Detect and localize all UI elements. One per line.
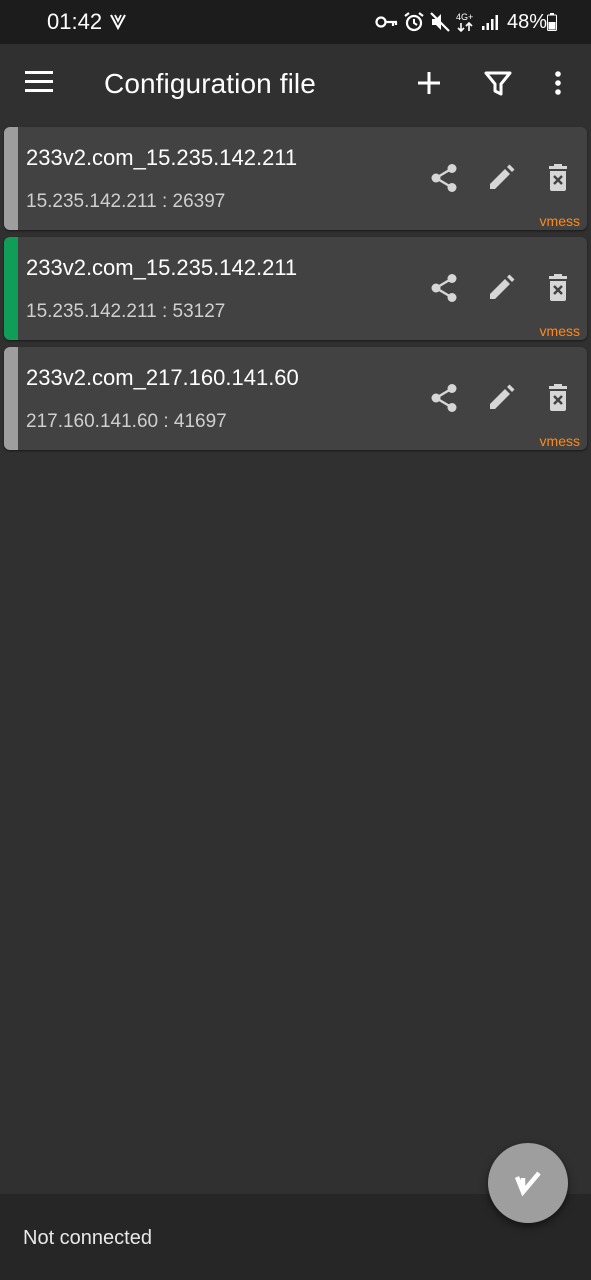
server-address: 15.235.142.211 : 53127 [26, 301, 226, 322]
pencil-icon [490, 164, 515, 189]
alarm-icon [403, 11, 425, 33]
hamburger-menu-icon [25, 71, 53, 92]
battery-percent: 48% [506, 10, 547, 33]
server-address: 217.160.141.60 : 41697 [26, 411, 227, 432]
page-title: Configuration file [104, 68, 316, 99]
delete-button[interactable] [542, 272, 574, 304]
svg-text:4G+: 4G+ [456, 12, 473, 22]
toolbar: Configuration file [0, 44, 591, 124]
filter-button[interactable] [481, 66, 515, 100]
server-address: 15.235.142.211 : 26397 [26, 191, 226, 212]
more-options-button[interactable] [541, 66, 575, 100]
server-name: 233v2.com_15.235.142.211 [26, 145, 298, 170]
server-card[interactable]: 233v2.com_217.160.141.60 217.160.141.60 … [4, 347, 587, 450]
protocol-type-label: vmess [539, 433, 580, 449]
add-config-button[interactable] [412, 66, 446, 100]
edit-button[interactable] [485, 382, 517, 414]
network-4g-icon: 4G+ [455, 11, 477, 33]
protocol-type-label: vmess [539, 323, 580, 339]
more-vertical-icon [555, 71, 561, 95]
share-icon [431, 274, 457, 302]
server-name: 233v2.com_217.160.141.60 [26, 365, 299, 390]
trash-icon [549, 164, 567, 191]
edit-button[interactable] [485, 162, 517, 194]
connect-fab-button[interactable] [488, 1143, 568, 1223]
mute-icon [429, 11, 451, 33]
battery-icon [547, 13, 557, 31]
v-logo-icon [514, 1171, 541, 1197]
trash-icon [549, 384, 567, 411]
server-card[interactable]: 233v2.com_15.235.142.211 15.235.142.211 … [4, 127, 587, 230]
edit-button[interactable] [485, 272, 517, 304]
cell-signal-icon [481, 13, 499, 31]
selection-indicator [4, 237, 18, 340]
status-time: 01:42 [47, 9, 103, 34]
delete-button[interactable] [542, 382, 574, 414]
share-button[interactable] [428, 162, 460, 194]
menu-button[interactable] [22, 64, 58, 100]
delete-button[interactable] [542, 162, 574, 194]
app-root: { "status_bar": { "time": "01:42", "batt… [0, 0, 591, 1280]
filter-icon [484, 71, 512, 96]
trash-icon [549, 274, 567, 301]
signal-tower-icon [108, 11, 128, 31]
vpn-key-icon [375, 14, 399, 30]
pencil-icon [490, 274, 515, 299]
protocol-type-label: vmess [539, 213, 580, 229]
selection-indicator [4, 347, 18, 450]
server-card[interactable]: 233v2.com_15.235.142.211 15.235.142.211 … [4, 237, 587, 340]
share-icon [431, 384, 457, 412]
share-button[interactable] [428, 272, 460, 304]
status-icons: 4G+ 48% [375, 9, 547, 35]
status-bar: 01:42 4G+ 48% [0, 0, 591, 44]
selection-indicator [4, 127, 18, 230]
plus-icon [418, 72, 440, 94]
share-button[interactable] [428, 382, 460, 414]
connection-status-text: Not connected [23, 1227, 152, 1249]
server-name: 233v2.com_15.235.142.211 [26, 255, 298, 280]
share-icon [431, 164, 457, 192]
pencil-icon [490, 384, 515, 409]
